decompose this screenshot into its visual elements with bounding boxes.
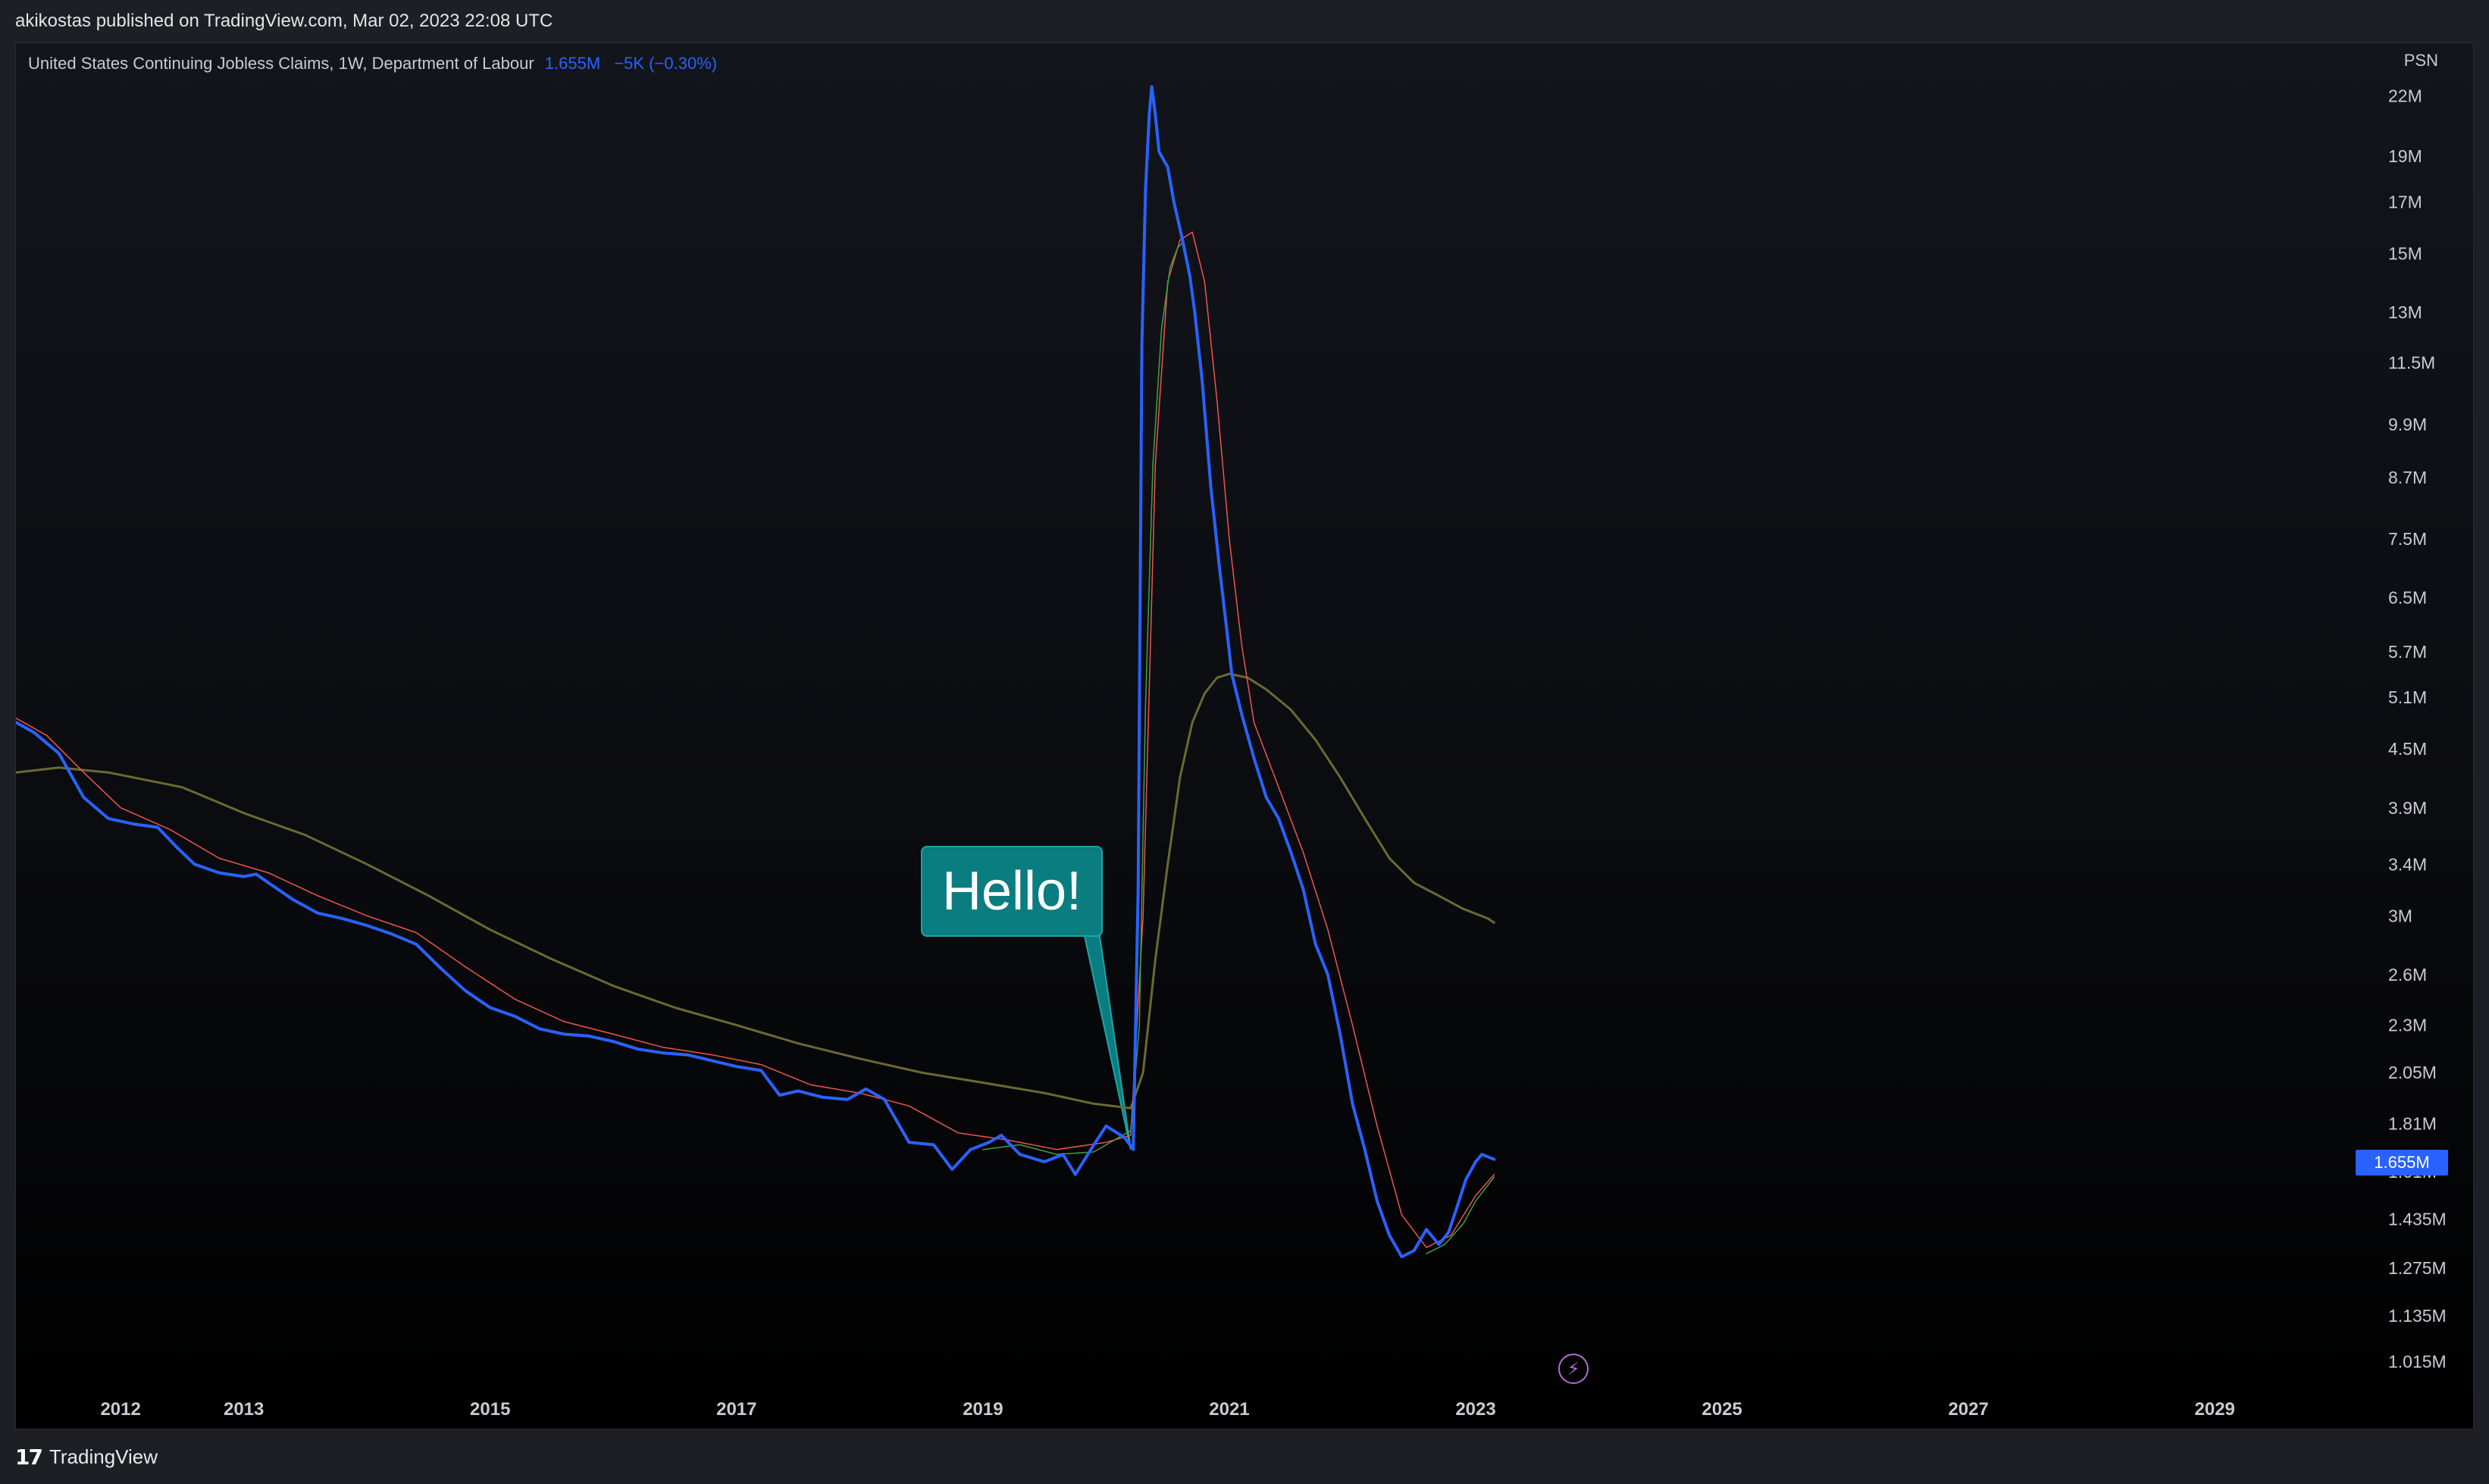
lightning-icon[interactable]: ⚡ [1558, 1354, 1589, 1384]
x-tick-label: 2023 [1455, 1399, 1495, 1420]
y-tick-label: 3.9M [2388, 798, 2427, 818]
y-tick-label: 2.6M [2388, 965, 2427, 985]
annotation-text: Hello! [941, 861, 1082, 922]
annotation-callout[interactable]: Hello! [921, 846, 1103, 937]
series-last-value: 1.655M [544, 54, 601, 73]
x-tick-label: 2029 [2195, 1399, 2235, 1420]
y-tick-label: 13M [2388, 302, 2422, 322]
y-tick-label: 15M [2388, 243, 2422, 263]
chart-panel[interactable]: 22M 19M 17M 15M 13M 11.5M 9.9M 8.7M 7.5M 6.5M 5.7M… [15, 42, 2474, 1429]
y-tick-label: 2.3M [2388, 1016, 2427, 1035]
x-tick-label: 2019 [963, 1399, 1003, 1420]
callout-pointer [1083, 935, 1132, 1150]
y-tick-label: 3M [2388, 906, 2412, 925]
x-tick-label: 2021 [1209, 1399, 1249, 1420]
x-tick-label: 2025 [1702, 1399, 1742, 1420]
x-tick-label: 2015 [470, 1399, 510, 1420]
y-tick-label: 2.05M [2388, 1063, 2437, 1082]
y-tick-label: 3.4M [2388, 854, 2427, 874]
y-tick-label: 1.435M [2388, 1210, 2447, 1229]
series-line [16, 85, 1496, 1259]
y-tick-label: 11.5M [2388, 353, 2435, 373]
published-header: akikostas published on TradingView.com, … [0, 0, 2489, 42]
tradingview-logo-icon[interactable]: 17 [15, 1445, 43, 1470]
y-tick-label: 7.5M [2388, 529, 2427, 549]
y-axis-unit: PSN [2403, 51, 2438, 70]
y-tick-label: 8.7M [2388, 468, 2427, 487]
last-price-text: 1.655M [2374, 1153, 2430, 1172]
y-tick-label: 4.5M [2388, 739, 2427, 759]
x-tick-label: 2017 [716, 1399, 756, 1420]
y-tick-label: 1.81M [2388, 1114, 2437, 1134]
published-text: akikostas published on TradingView.com, … [15, 11, 553, 31]
y-tick-label: 5.7M [2388, 642, 2427, 662]
series-line [982, 242, 1183, 1155]
y-tick-label: 1.275M [2388, 1258, 2447, 1278]
chart-canvas[interactable]: 22M 19M 17M 15M 13M 11.5M 9.9M 8.7M 7.5M 6.5M 5.7M… [16, 43, 2474, 1429]
x-tick-label: 2012 [100, 1399, 140, 1420]
series-line [16, 672, 1495, 1110]
y-tick-label: 22M [2388, 86, 2422, 105]
series-line [16, 231, 1495, 1248]
x-tick-label: 2027 [1948, 1399, 1988, 1420]
brand-name[interactable]: TradingView [49, 1445, 158, 1469]
y-tick-label: 1.135M [2388, 1306, 2447, 1326]
y-tick-label: 17M [2388, 192, 2422, 211]
last-price-badge: 1.655M [2356, 1150, 2448, 1176]
series-title: United States Continuing Jobless Claims,… [28, 54, 534, 73]
x-tick-label: 2013 [224, 1399, 264, 1420]
series-change: −5K (−0.30%) [614, 54, 718, 73]
y-tick-label: 9.9M [2388, 415, 2427, 434]
series-legend[interactable]: United States Continuing Jobless Claims,… [28, 54, 717, 74]
y-tick-label: 5.1M [2388, 687, 2427, 707]
y-tick-label: 6.5M [2388, 587, 2427, 607]
y-tick-label: 1.015M [2388, 1352, 2447, 1372]
y-tick-label: 19M [2388, 146, 2422, 166]
footer-bar: 17 TradingView [0, 1429, 2489, 1484]
